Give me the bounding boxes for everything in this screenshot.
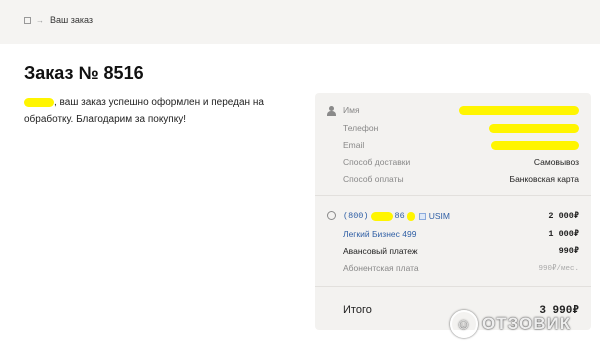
delivery-row: Способ доставки Самовывоз [343, 154, 579, 170]
sim-card-icon [327, 211, 336, 220]
delivery-value: Самовывоз [533, 157, 579, 167]
breadcrumb-separator: → [36, 15, 44, 25]
watermark: ☺ ОТЗОВИК [450, 310, 571, 338]
sim-type: USIM [418, 211, 450, 221]
watermark-logo-icon: ☺ [450, 310, 478, 338]
number-price: 2 000₽ [548, 211, 579, 221]
number-row: (800) 86 USIM 2 000₽ [343, 208, 579, 224]
sim-icon [418, 212, 426, 220]
advance-label: Авансовый платеж [343, 246, 418, 256]
subscription-price: 990₽/мес. [538, 265, 579, 273]
phone-label: Телефон [343, 123, 379, 133]
redacted-name [24, 97, 54, 107]
name-row: Имя [343, 102, 579, 118]
watermark-text: ОТЗОВИК [482, 314, 572, 333]
tariff-row: Легкий Бизнес 499 1 000₽ [343, 226, 579, 242]
redacted-email-value [491, 140, 579, 150]
top-bar: → Ваш заказ [0, 0, 600, 44]
tariff-price: 1 000₽ [548, 229, 579, 239]
tariff-link[interactable]: Легкий Бизнес 499 [343, 229, 416, 239]
divider [315, 195, 591, 196]
order-message-text: , ваш заказ успешно оформлен и передан н… [24, 97, 264, 125]
divider [315, 286, 591, 287]
redacted-name-value [459, 105, 579, 115]
payment-row: Способ оплаты Банковская карта [343, 171, 579, 187]
redacted-number-end [406, 211, 415, 221]
name-label: Имя [343, 105, 360, 115]
page-title: Заказ № 8516 [24, 63, 144, 83]
delivery-label: Способ доставки [343, 157, 411, 167]
advance-row: Авансовый платеж 990₽ [343, 243, 579, 259]
payment-value: Банковская карта [509, 174, 579, 184]
email-row: Email [343, 137, 579, 153]
breadcrumb-current: Ваш заказ [50, 15, 94, 25]
subscription-row: Абонентская плата 990₽/мес. [343, 260, 579, 276]
payment-label: Способ оплаты [343, 174, 404, 184]
subscription-label: Абонентская плата [343, 263, 419, 273]
email-label: Email [343, 140, 365, 150]
order-message: , ваш заказ успешно оформлен и передан н… [24, 94, 289, 128]
phone-number-start[interactable]: (800) [343, 211, 369, 221]
advance-price: 990₽ [558, 246, 579, 256]
phone-number-part[interactable]: 86 [395, 211, 405, 221]
redacted-number [370, 211, 393, 221]
home-icon[interactable] [24, 16, 31, 24]
order-summary-card: Имя Телефон Email Способ доставки Самовы… [315, 93, 591, 330]
redacted-phone-value [489, 123, 579, 133]
total-label: Итого [343, 304, 372, 316]
phone-row: Телефон [343, 120, 579, 136]
person-icon [327, 106, 336, 116]
breadcrumb: → Ваш заказ [24, 15, 93, 25]
